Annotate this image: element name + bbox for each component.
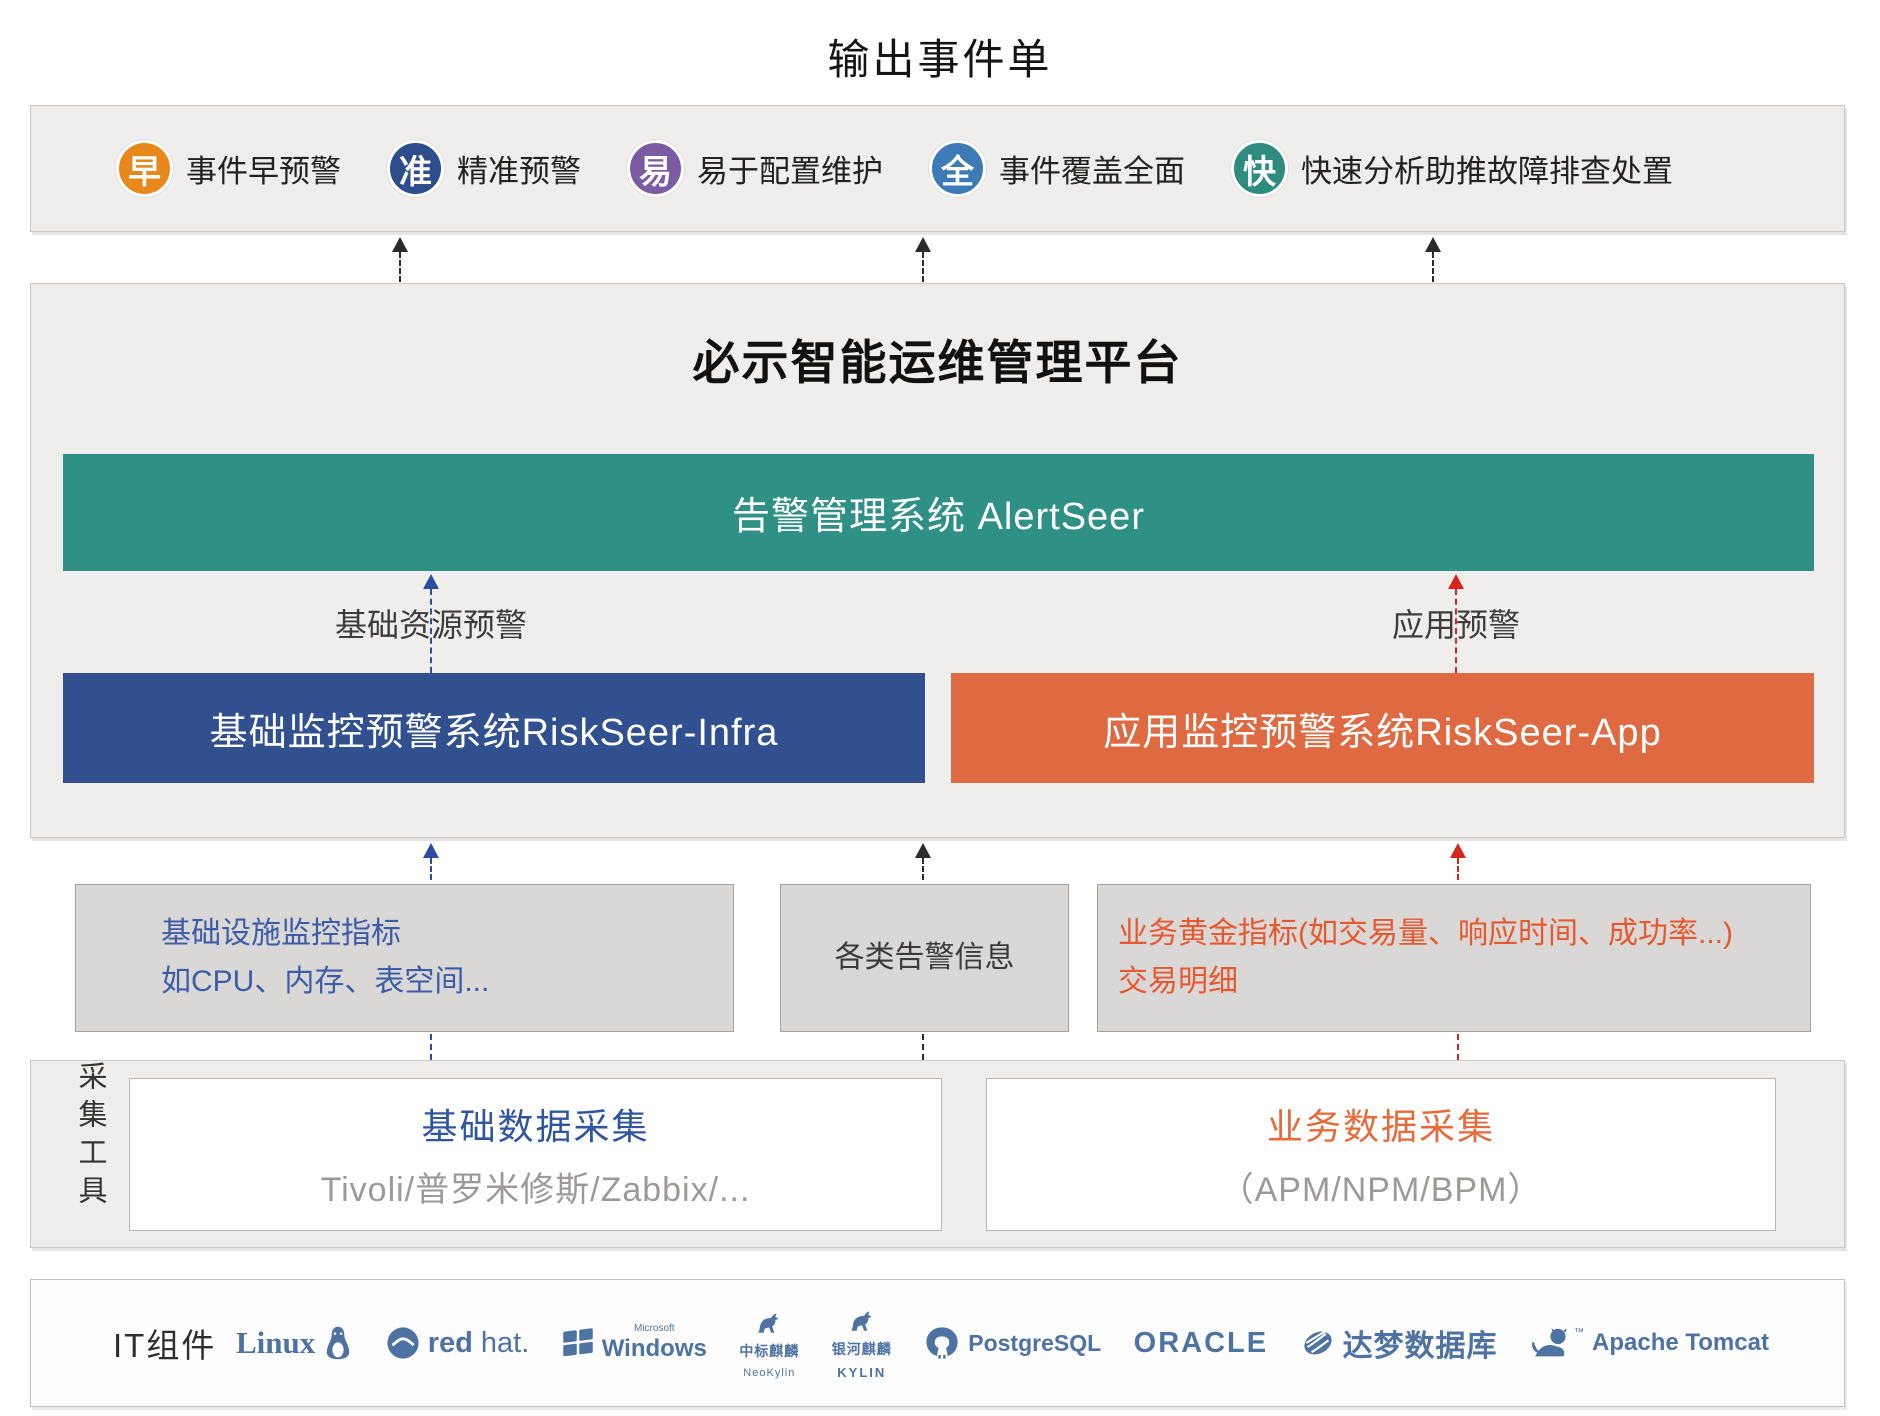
feature-accurate: 准 精准预警	[387, 140, 581, 197]
kylin-en-label: KYLIN	[837, 1366, 886, 1381]
riskseer-app-bar: 应用监控预警系统RiskSeer-App	[951, 673, 1814, 783]
arrow-up-icon	[391, 237, 409, 282]
fast-badge-icon: 快	[1231, 140, 1288, 197]
postgresql-label: PostgreSQL	[968, 1330, 1101, 1357]
platform-title: 必示智能运维管理平台	[31, 324, 1844, 393]
riskseer-infra-label: 基础监控预警系统RiskSeer-Infra	[210, 701, 779, 756]
easy-badge-icon: 易	[627, 140, 684, 197]
riskseer-app-label: 应用监控预警系统RiskSeer-App	[1103, 701, 1661, 756]
arrow-up-icon	[914, 843, 932, 880]
kylin-cn-label: 银河麒麟	[832, 1341, 892, 1357]
feature-full: 全 事件覆盖全面	[929, 140, 1185, 197]
feature-easy: 易 易于配置维护	[627, 140, 883, 197]
features-panel: 早 事件早预警 准 精准预警 易 易于配置维护 全 事件覆盖全面 快 快速分析助…	[30, 105, 1845, 232]
alerts-box: 各类告警信息	[780, 884, 1069, 1032]
arrow-up-icon	[914, 237, 932, 282]
penguin-icon	[323, 1325, 353, 1361]
feature-early: 早 事件早预警	[116, 140, 341, 197]
postgresql-logo: PostgreSQL	[924, 1326, 1101, 1360]
business-metrics-box: 业务黄金指标(如交易量、响应时间、成功率...) 交易明细	[1097, 884, 1811, 1032]
riskseer-infra-bar: 基础监控预警系统RiskSeer-Infra	[63, 673, 925, 783]
accurate-badge-icon: 准	[387, 140, 444, 197]
logo-row: Linux redhat. MicrosoftWindows 中标麒麟 NeoK…	[236, 1280, 1769, 1406]
redhat-icon	[386, 1326, 420, 1360]
trademark-label: ™	[1574, 1327, 1584, 1338]
dashed-connector	[914, 1034, 932, 1060]
arrow-up-red-icon	[1449, 843, 1467, 880]
kylin-creature-icon	[845, 1305, 879, 1333]
alertseer-label: 告警管理系统 AlertSeer	[732, 485, 1145, 540]
windows-icon	[562, 1327, 594, 1359]
dameng-label: 达梦数据库	[1343, 1321, 1498, 1365]
platform-panel: 必示智能运维管理平台 告警管理系统 AlertSeer 基础资源预警 应用预警 …	[30, 283, 1845, 838]
neokylin-logo: 中标麒麟 NeoKylin	[739, 1307, 799, 1380]
linux-logo: Linux	[236, 1325, 353, 1361]
app-alert-label: 应用预警	[1392, 600, 1520, 646]
business-collection-box: 业务数据采集 （APM/NPM/BPM）	[986, 1078, 1776, 1231]
redhat-logo: redhat.	[386, 1326, 530, 1360]
collection-tools-panel: 采集工具 基础数据采集 Tivoli/普罗米修斯/Zabbix/... 业务数据…	[30, 1060, 1845, 1248]
arrow-up-blue-icon	[422, 843, 440, 880]
windows-label: Windows	[602, 1335, 707, 1363]
dashed-connector	[422, 1034, 440, 1060]
linux-label: Linux	[236, 1325, 315, 1361]
dameng-swirl-icon	[1301, 1326, 1335, 1360]
alerts-label: 各类告警信息	[835, 938, 1015, 979]
neokylin-en-label: NeoKylin	[743, 1367, 795, 1380]
feature-label: 事件覆盖全面	[999, 146, 1185, 191]
oracle-logo: ORACLE	[1134, 1327, 1268, 1360]
infra-alert-label: 基础资源预警	[335, 600, 527, 646]
business-collection-tools: （APM/NPM/BPM）	[1220, 1162, 1543, 1211]
it-components-panel: IT组件 Linux redhat. MicrosoftWindows 中标麒麟…	[30, 1279, 1845, 1407]
feature-label: 精准预警	[457, 146, 581, 191]
redhat-label: hat.	[481, 1327, 529, 1360]
feature-label: 快速分析助推故障排查处置	[1301, 146, 1673, 191]
kylin-logo: 银河麒麟 KYLIN	[832, 1305, 892, 1380]
neokylin-cn-label: 中标麒麟	[739, 1343, 799, 1359]
full-badge-icon: 全	[929, 140, 986, 197]
page-title: 输出事件单	[0, 26, 1880, 87]
dameng-logo: 达梦数据库	[1301, 1321, 1498, 1365]
arrow-up-icon	[1424, 237, 1442, 282]
feature-label: 事件早预警	[186, 146, 341, 191]
business-collection-title: 业务数据采集	[1267, 1098, 1495, 1150]
oracle-label: ORACLE	[1134, 1327, 1268, 1360]
windows-logo: MicrosoftWindows	[562, 1323, 707, 1362]
infra-metrics-box: 基础设施监控指标 如CPU、内存、表空间...	[75, 884, 734, 1032]
feature-label: 易于配置维护	[697, 146, 883, 191]
architecture-diagram: 输出事件单 早 事件早预警 准 精准预警 易 易于配置维护 全 事件覆盖全面 快…	[0, 0, 1880, 1416]
infra-metrics-line1: 基础设施监控指标	[161, 914, 733, 955]
collection-tools-label: 采集工具	[69, 1061, 111, 1247]
microsoft-label: Microsoft	[634, 1323, 675, 1335]
elephant-icon	[924, 1326, 960, 1360]
it-components-label: IT组件	[113, 1280, 216, 1406]
dashed-connector	[1449, 1034, 1467, 1060]
infra-collection-tools: Tivoli/普罗米修斯/Zabbix/...	[321, 1162, 751, 1211]
infra-collection-title: 基础数据采集	[421, 1098, 649, 1150]
feature-fast: 快 快速分析助推故障排查处置	[1231, 140, 1673, 197]
infra-collection-box: 基础数据采集 Tivoli/普罗米修斯/Zabbix/...	[129, 1078, 942, 1231]
alertseer-bar: 告警管理系统 AlertSeer	[63, 454, 1814, 571]
tomcat-logo: ™ Apache Tomcat	[1530, 1327, 1769, 1360]
tomcat-label: Apache Tomcat	[1592, 1329, 1769, 1357]
early-badge-icon: 早	[116, 140, 173, 197]
redhat-label-bold: red	[428, 1327, 473, 1360]
infra-metrics-line2: 如CPU、内存、表空间...	[161, 962, 733, 1003]
kylin-creature-icon	[752, 1307, 786, 1335]
business-metrics-line2: 交易明细	[1118, 962, 1810, 1003]
tomcat-cat-icon	[1530, 1327, 1572, 1360]
business-metrics-line1: 业务黄金指标(如交易量、响应时间、成功率...)	[1118, 914, 1810, 955]
